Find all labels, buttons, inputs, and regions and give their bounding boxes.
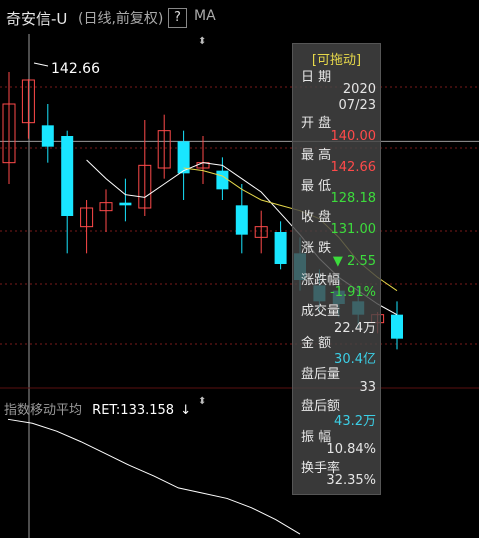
close-label: 收 盘 [301, 210, 332, 225]
indicator-line [7, 418, 301, 535]
candle-body [274, 232, 287, 264]
candle-body [391, 314, 403, 339]
date-label: 日 期 [301, 70, 332, 85]
indicator-value: RET:133.158 [92, 403, 175, 418]
pct-change-value: -1.91% [330, 285, 376, 300]
stock-name[interactable]: 奇安信-U [6, 8, 67, 29]
down-arrow-icon: ↓ [180, 403, 192, 418]
candle-body [41, 125, 54, 147]
date-year: 2020 [342, 82, 376, 97]
low-value: 128.18 [330, 191, 377, 206]
candle-body [61, 136, 74, 216]
chart-header: 奇安信-U (日线,前复权) ? MA [0, 0, 479, 34]
open-value: 140.00 [330, 129, 377, 144]
open-label: 开 盘 [301, 116, 332, 131]
indicator-header: 指数移动平均 RET:133.158 ↓ [4, 399, 191, 418]
drag-handle-icon[interactable]: ⬍ [198, 396, 206, 407]
data-tooltip-panel[interactable]: [可拖动] 日 期 2020 07/23 开 盘 140.00 最 高 142.… [292, 43, 381, 495]
low-label: 最 低 [301, 179, 332, 194]
stock-chart-app: 奇安信-U (日线,前复权) ? MA ⬍ ⬍ 142.66 指数移动平均 RE… [0, 0, 479, 538]
amplitude-value: 10.84% [326, 442, 376, 457]
after-hours-volume-label: 盘后量 [301, 367, 341, 382]
indicator-name[interactable]: 指数移动平均 [4, 403, 82, 418]
high-label: 最 高 [301, 148, 332, 163]
change-value: ▼ 2.55 [332, 254, 376, 269]
amount-label: 金 额 [301, 336, 332, 351]
help-button[interactable]: ? [168, 8, 187, 28]
candlestick-chart[interactable] [0, 34, 479, 538]
ma-indicator-label[interactable]: MA [194, 8, 216, 24]
high-marker-arrow [33, 62, 49, 67]
high-value: 142.66 [330, 160, 377, 175]
turnover-value: 32.35% [326, 473, 376, 488]
change-label: 涨 跌 [301, 241, 332, 256]
drag-handle-icon[interactable]: ⬍ [198, 36, 206, 47]
after-hours-volume-value: 33 [359, 380, 376, 395]
candle-body [119, 202, 132, 206]
date-month-day: 07/23 [338, 98, 376, 113]
period-label[interactable]: (日线,前复权) [78, 8, 163, 28]
close-value: 131.00 [330, 222, 377, 237]
candle-body [216, 170, 229, 190]
high-price-marker: 142.66 [51, 61, 100, 77]
candle-body [235, 205, 248, 235]
